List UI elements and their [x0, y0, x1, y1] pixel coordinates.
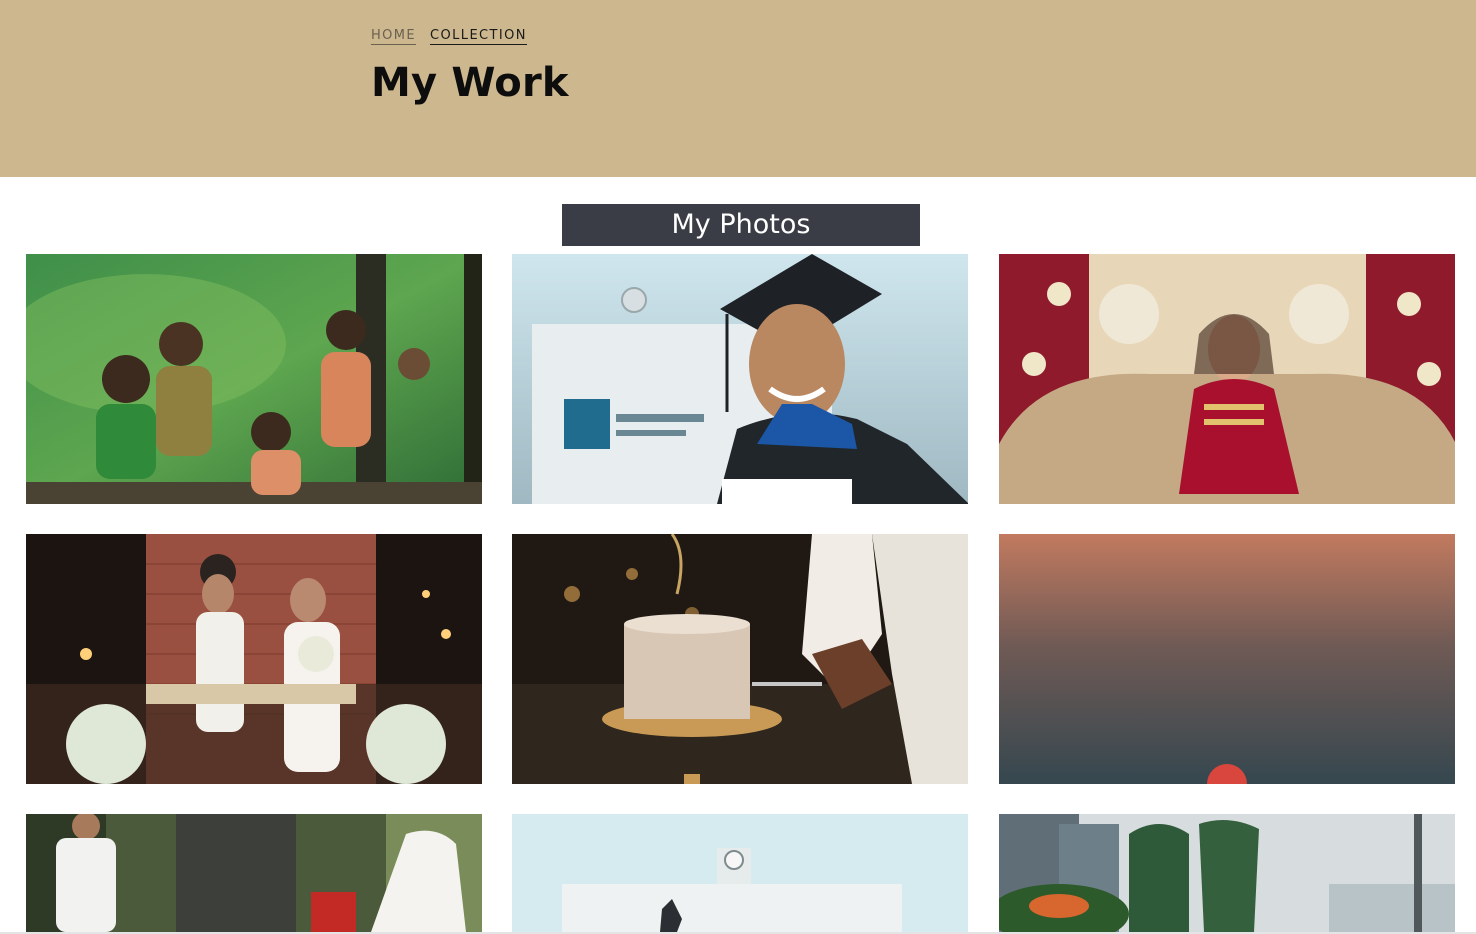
photo-couple-on-bench[interactable]: [26, 534, 482, 784]
breadcrumb-home-link[interactable]: HOME: [371, 28, 417, 45]
photo-graduate-jump[interactable]: [512, 814, 968, 932]
photo-bride-on-sofa[interactable]: [999, 254, 1455, 504]
breadcrumb: HOME COLLECTION: [371, 28, 527, 45]
hero-banner: HOME COLLECTION My Work: [0, 0, 1476, 177]
gallery-heading: My Photos: [562, 204, 920, 246]
photo-couple-walking[interactable]: [26, 814, 482, 932]
photo-sunset-gradient[interactable]: [999, 534, 1455, 784]
photo-city-street[interactable]: [999, 814, 1455, 932]
photo-wedding-cake-cutting[interactable]: [512, 534, 968, 784]
breadcrumb-collection-link[interactable]: COLLECTION: [430, 28, 527, 45]
photo-graduate-portrait[interactable]: [512, 254, 968, 504]
page-title: My Work: [371, 60, 569, 106]
photo-children-on-bench[interactable]: [26, 254, 482, 504]
